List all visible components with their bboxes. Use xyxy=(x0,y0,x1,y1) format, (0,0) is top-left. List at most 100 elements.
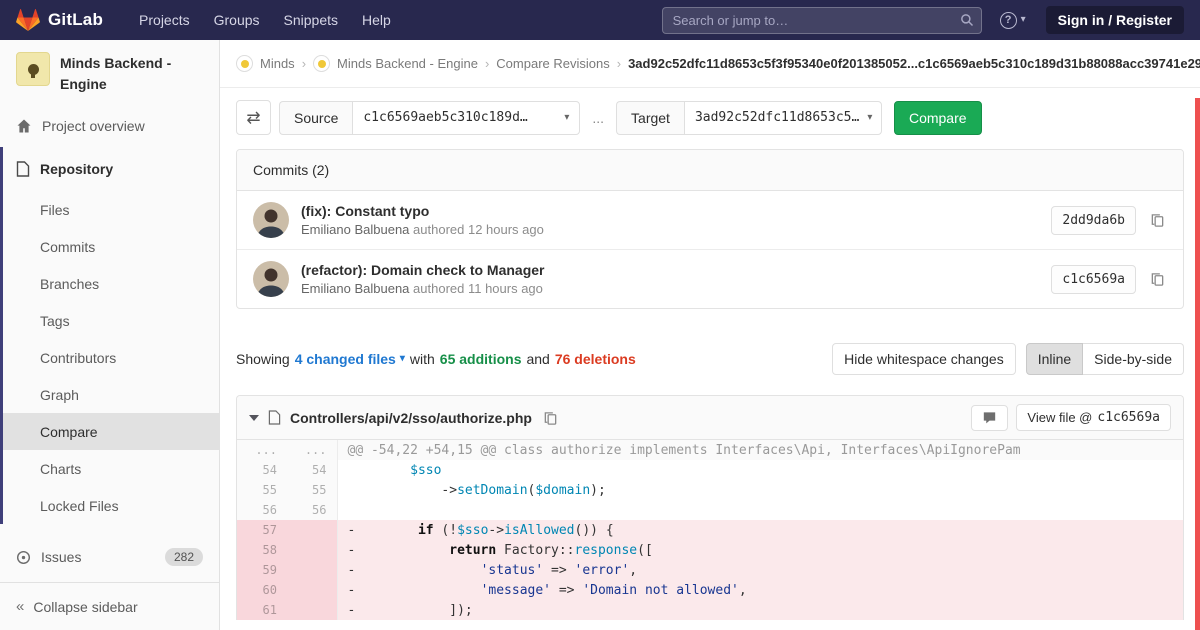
compare-form: ⇄ Source c1c6569aeb5c310c189d… ▾ ... Tar… xyxy=(236,100,1184,135)
sidebar-nav: Project overview Repository Files Commit… xyxy=(0,105,219,578)
code-line: - 'status' => 'error', xyxy=(337,560,1183,580)
copy-path-button[interactable] xyxy=(541,408,560,428)
diff-line-row: 56 56 xyxy=(237,500,1183,520)
sidebar-subitem-label: Tags xyxy=(40,313,70,329)
help-dropdown[interactable]: ? ▾ xyxy=(1000,12,1026,29)
sidebar-item-locked-files[interactable]: Locked Files xyxy=(3,487,219,524)
hide-whitespace-button[interactable]: Hide whitespace changes xyxy=(832,343,1016,375)
old-line-number[interactable]: 57 xyxy=(237,520,287,540)
project-header-link[interactable]: Minds Backend - Engine xyxy=(0,40,219,105)
sidebar-item-issues[interactable]: Issues 282 xyxy=(0,536,219,578)
sidebar-item-tags[interactable]: Tags xyxy=(3,302,219,339)
sidebar-item-repository[interactable]: Repository xyxy=(3,147,219,191)
commit-time: authored 11 hours ago xyxy=(413,281,543,296)
nav-groups[interactable]: Groups xyxy=(202,0,272,40)
sidebar-item-contributors[interactable]: Contributors xyxy=(3,339,219,376)
lightbulb-icon xyxy=(28,64,39,75)
commit-author-link[interactable]: Emiliano Balbuena xyxy=(301,281,409,296)
new-line-number[interactable] xyxy=(287,520,337,540)
nav-help[interactable]: Help xyxy=(350,0,403,40)
commit-author-link[interactable]: Emiliano Balbuena xyxy=(301,222,409,237)
copy-sha-button[interactable] xyxy=(1148,210,1167,230)
search-icon xyxy=(960,13,974,27)
avatar xyxy=(253,202,289,238)
gitlab-home-link[interactable]: GitLab xyxy=(16,9,103,31)
sidebar-subitem-label: Contributors xyxy=(40,350,116,366)
commit-row: (fix): Constant typo Emiliano Balbuena a… xyxy=(237,191,1183,249)
new-line-number[interactable]: 56 xyxy=(287,500,337,520)
view-file-sha: c1c6569a xyxy=(1097,410,1160,425)
code-line xyxy=(337,500,1183,520)
commit-title-link[interactable]: (fix): Constant typo xyxy=(301,203,544,219)
sidebar-item-graph[interactable]: Graph xyxy=(3,376,219,413)
code-line: - return Factory::response([ xyxy=(337,540,1183,560)
sidebar-item-project-overview[interactable]: Project overview xyxy=(0,105,219,147)
target-revision-dropdown[interactable]: 3ad92c52dfc11d8653c5… ▾ xyxy=(684,101,882,135)
home-icon xyxy=(16,118,32,134)
copy-sha-button[interactable] xyxy=(1148,269,1167,289)
old-line-number[interactable]: 61 xyxy=(237,600,287,620)
main-content: Minds › Minds Backend - Engine › Compare… xyxy=(220,40,1200,630)
changed-files-dropdown[interactable]: 4 changed files ▾ xyxy=(295,351,405,367)
sidebar-item-charts[interactable]: Charts xyxy=(3,450,219,487)
new-line-number[interactable] xyxy=(287,560,337,580)
collapse-sidebar-button[interactable]: « Collapse sidebar xyxy=(0,582,219,630)
old-line-number[interactable]: 56 xyxy=(237,500,287,520)
gitlab-tanuki-icon xyxy=(16,9,40,31)
sidebar-item-files[interactable]: Files xyxy=(3,191,219,228)
breadcrumb-project-link[interactable]: Minds Backend - Engine xyxy=(337,56,478,71)
and-label: and xyxy=(526,351,549,367)
sidebar-item-compare[interactable]: Compare xyxy=(3,413,219,450)
new-line-number[interactable] xyxy=(287,540,337,560)
nav-snippets[interactable]: Snippets xyxy=(272,0,350,40)
source-label: Source xyxy=(279,101,352,135)
breadcrumb: Minds › Minds Backend - Engine › Compare… xyxy=(220,40,1200,88)
source-revision-dropdown[interactable]: c1c6569aeb5c310c189d… ▾ xyxy=(352,101,580,135)
old-line-number[interactable]: 60 xyxy=(237,580,287,600)
scrollbar[interactable] xyxy=(1195,98,1200,630)
toggle-comments-button[interactable] xyxy=(971,405,1008,431)
avatar-dot xyxy=(241,60,249,68)
comment-icon xyxy=(982,411,997,425)
target-revision-value: 3ad92c52dfc11d8653c5… xyxy=(695,110,859,125)
view-file-label: View file @ xyxy=(1027,410,1092,425)
gitlab-app: GitLab Projects Groups Snippets Help ? ▾… xyxy=(0,0,1200,630)
code-line: - 'message' => 'Domain not allowed', xyxy=(337,580,1183,600)
diff-table: ... ... @@ -54,22 +54,15 @@ class author… xyxy=(237,440,1183,620)
inline-view-button[interactable]: Inline xyxy=(1026,343,1083,375)
side-by-side-view-button[interactable]: Side-by-side xyxy=(1083,343,1184,375)
compare-button[interactable]: Compare xyxy=(894,101,982,135)
old-line-number[interactable]: 54 xyxy=(237,460,287,480)
old-line-number[interactable]: 59 xyxy=(237,560,287,580)
view-file-button[interactable]: View file @ c1c6569a xyxy=(1016,404,1171,431)
commit-info: (refactor): Domain check to Manager Emil… xyxy=(301,262,545,296)
search-input[interactable] xyxy=(662,7,982,34)
new-line-number[interactable] xyxy=(287,600,337,620)
commit-title-link[interactable]: (refactor): Domain check to Manager xyxy=(301,262,545,278)
diff-line-row: 54 54 $sso xyxy=(237,460,1183,480)
breadcrumb-page-link[interactable]: Compare Revisions xyxy=(496,56,609,71)
new-line-number[interactable]: 55 xyxy=(287,480,337,500)
repository-section: Repository Files Commits Branches Tags C… xyxy=(0,147,219,524)
with-label: with xyxy=(410,351,435,367)
breadcrumb-separator-icon: › xyxy=(617,56,621,71)
new-line-number[interactable] xyxy=(287,580,337,600)
commit-sha-link[interactable]: 2dd9da6b xyxy=(1051,206,1136,235)
old-line-number[interactable]: 58 xyxy=(237,540,287,560)
new-line-number[interactable]: 54 xyxy=(287,460,337,480)
top-navbar: GitLab Projects Groups Snippets Help ? ▾… xyxy=(0,0,1200,40)
old-line-number[interactable]: 55 xyxy=(237,480,287,500)
nav-projects[interactable]: Projects xyxy=(127,0,202,40)
collapse-diff-icon[interactable] xyxy=(249,415,259,421)
issues-icon xyxy=(16,550,31,565)
changed-files-count: 4 changed files xyxy=(295,351,396,367)
commit-sha-link[interactable]: c1c6569a xyxy=(1051,265,1136,294)
sign-in-button[interactable]: Sign in / Register xyxy=(1046,6,1184,34)
sidebar-item-branches[interactable]: Branches xyxy=(3,265,219,302)
breadcrumb-group-link[interactable]: Minds xyxy=(260,56,295,71)
clipboard-icon xyxy=(1150,271,1165,287)
target-group: Target 3ad92c52dfc11d8653c5… ▾ xyxy=(616,101,882,135)
sidebar-item-commits[interactable]: Commits xyxy=(3,228,219,265)
diff-file-header: Controllers/api/v2/sso/authorize.php Vie… xyxy=(237,396,1183,440)
swap-revisions-button[interactable]: ⇄ xyxy=(236,100,271,135)
